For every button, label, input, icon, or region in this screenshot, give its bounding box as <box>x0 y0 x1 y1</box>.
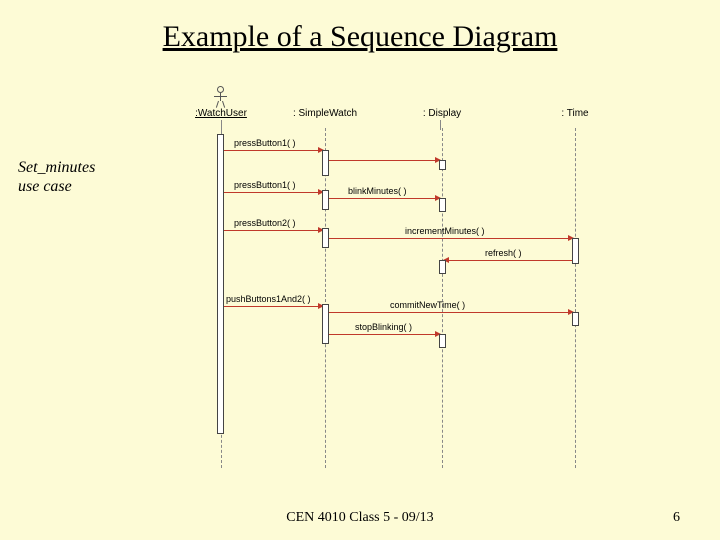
activation-sw-3 <box>322 228 329 248</box>
footer-center: CEN 4010 Class 5 - 09/13 <box>0 510 720 526</box>
arrow-m5 <box>329 238 570 239</box>
msg-pressbutton2: pressButton2( ) <box>234 218 296 228</box>
msg-pushbuttons12: pushButtons1And2( ) <box>226 294 311 304</box>
activation-sw-4 <box>322 304 329 344</box>
lifeline-display <box>442 128 443 468</box>
msg-incrementminutes: incrementMinutes( ) <box>405 226 485 236</box>
activation-actor <box>217 134 224 434</box>
footer-page-number: 6 <box>673 510 680 526</box>
activation-time-1 <box>572 238 579 264</box>
msg-pressbutton1-1: pressButton1( ) <box>234 138 296 148</box>
msg-commitnewtime: commitNewTime( ) <box>390 300 465 310</box>
slide-title: Example of a Sequence Diagram <box>0 20 720 54</box>
actor-icon <box>214 86 228 108</box>
participant-actor: :WatchUser <box>190 108 252 119</box>
participant-time: : Time <box>550 108 600 119</box>
activation-sw-2 <box>322 190 329 210</box>
caption-line-1: Set_minutes <box>18 158 95 177</box>
activation-disp-0 <box>439 160 446 170</box>
activation-disp-3 <box>439 334 446 348</box>
participant-simplewatch: : SimpleWatch <box>280 108 370 119</box>
msg-refresh: refresh( ) <box>485 248 522 258</box>
activation-disp-1 <box>439 198 446 212</box>
activation-sw-1 <box>322 150 329 176</box>
arrow-m4 <box>224 230 320 231</box>
arrow-m9 <box>329 334 437 335</box>
arrow-m7 <box>224 306 320 307</box>
use-case-caption: Set_minutes use case <box>18 158 95 196</box>
msg-blinkminutes: blinkMinutes( ) <box>348 186 407 196</box>
activation-time-2 <box>572 312 579 326</box>
arrow-m2 <box>224 192 320 193</box>
msg-pressbutton1-2: pressButton1( ) <box>234 180 296 190</box>
activation-disp-2 <box>439 260 446 274</box>
sequence-diagram: :WatchUser : SimpleWatch : Display : Tim… <box>170 90 700 480</box>
caption-line-2: use case <box>18 177 95 196</box>
arrow-m1-ext <box>329 160 437 161</box>
arrow-m1 <box>224 150 320 151</box>
lifeline-time <box>575 128 576 468</box>
msg-stopblinking: stopBlinking( ) <box>355 322 412 332</box>
participant-actor-label: :WatchUser <box>195 108 247 119</box>
display-top-bar <box>440 120 441 130</box>
lifeline-simplewatch <box>325 128 326 468</box>
arrow-m8 <box>329 312 570 313</box>
arrow-m3 <box>329 198 437 199</box>
participant-display: : Display <box>412 108 472 119</box>
arrow-m6 <box>449 260 572 261</box>
